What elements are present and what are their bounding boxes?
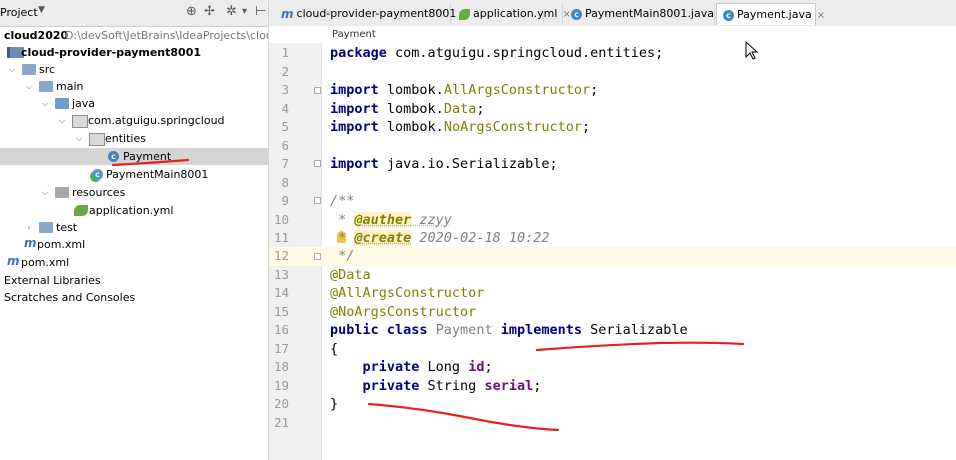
red-underline-implements xyxy=(535,341,745,352)
mouse-cursor-icon xyxy=(745,40,759,60)
red-underline-fields xyxy=(367,402,560,432)
annotation-overlay xyxy=(111,40,759,432)
red-underline-payment xyxy=(111,158,190,167)
